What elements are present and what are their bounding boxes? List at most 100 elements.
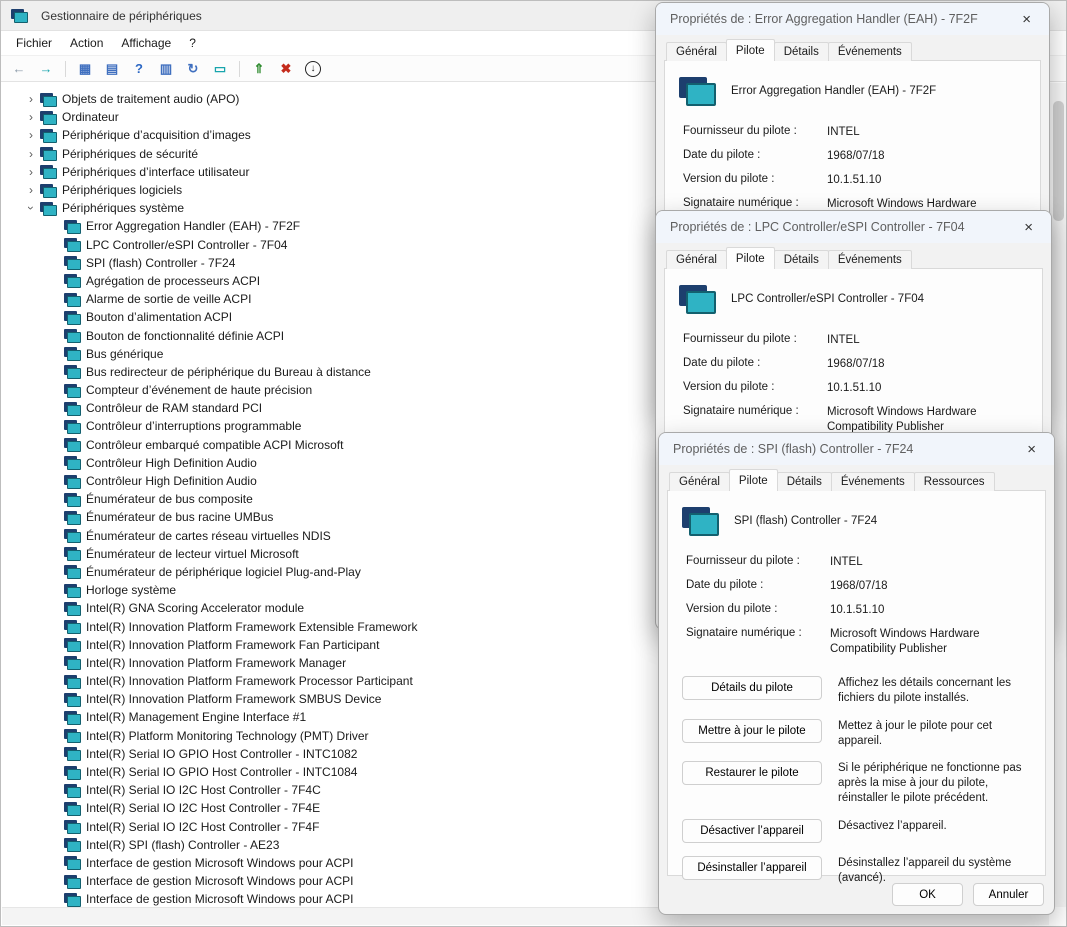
tree-item-label: Intel(R) Serial IO GPIO Host Controller … <box>86 747 357 761</box>
driver-fields: Fournisseur du pilote :INTELDate du pilo… <box>668 535 1045 657</box>
tab-pilote[interactable]: Pilote <box>726 39 775 61</box>
system-device-icon <box>64 675 80 688</box>
field-label: Date du pilote : <box>683 149 827 164</box>
ok-button[interactable]: OK <box>892 883 963 906</box>
tree-item-label: Objets de traitement audio (APO) <box>62 92 239 106</box>
dialog-titlebar[interactable]: Propriétés de : LPC Controller/eSPI Cont… <box>656 211 1051 243</box>
properties-dialog-spi: Propriétés de : SPI (flash) Controller -… <box>658 432 1055 915</box>
cancel-button[interactable]: Annuler <box>973 883 1044 906</box>
tab-pilote[interactable]: Pilote <box>726 247 775 269</box>
properties-button[interactable]: ▤ <box>100 58 124 79</box>
show-console-tree-button[interactable]: ▦ <box>73 58 97 79</box>
dialog-titlebar[interactable]: Propriétés de : Error Aggregation Handle… <box>656 3 1049 35</box>
tree-item-label: Intel(R) Serial IO GPIO Host Controller … <box>86 765 357 779</box>
action-description: Désactivez l’appareil. <box>838 819 1035 834</box>
back-button[interactable]: ← <box>7 58 31 79</box>
desactiver-l-appareil-button[interactable]: Désactiver l’appareil <box>682 819 822 843</box>
system-device-icon <box>64 438 80 451</box>
mettre-a-jour-le-pilote-button[interactable]: Mettre à jour le pilote <box>682 719 822 743</box>
system-device-icon <box>64 256 80 269</box>
menu-action[interactable]: Action <box>61 33 112 53</box>
update-driver-button[interactable]: ⇑ <box>247 58 271 79</box>
chevron-collapsed-icon[interactable]: › <box>22 165 40 179</box>
export-list-button[interactable]: ▥ <box>154 58 178 79</box>
system-device-icon <box>64 311 80 324</box>
field-value: 1968/07/18 <box>830 579 1035 594</box>
system-device-icon <box>64 693 80 706</box>
disable-device-button[interactable]: ↓ <box>305 61 321 77</box>
field-label: Fournisseur du pilote : <box>683 125 827 140</box>
tree-item-label: Énumérateur de périphérique logiciel Plu… <box>86 565 361 579</box>
tab-general[interactable]: Général <box>666 250 727 269</box>
tree-item-label: Énumérateur de lecteur virtuel Microsoft <box>86 547 299 561</box>
driver-actions: Détails du piloteAffichez les détails co… <box>668 666 1045 886</box>
field-label: Signataire numérique : <box>686 627 830 657</box>
field-value: 1968/07/18 <box>827 149 1030 164</box>
menu-fichier[interactable]: Fichier <box>7 33 61 53</box>
tree-item-label: Périphériques d’interface utilisateur <box>62 165 249 179</box>
uninstall-device-button[interactable]: ✖ <box>274 58 298 79</box>
audio-device-icon <box>40 93 56 106</box>
menu-aide[interactable]: ? <box>180 33 205 53</box>
system-device-icon <box>64 729 80 742</box>
tab-ressources[interactable]: Ressources <box>914 472 995 491</box>
system-device-icon <box>64 602 80 615</box>
tab-general[interactable]: Général <box>669 472 730 491</box>
driver-field-row: Date du pilote :1968/07/18 <box>683 357 1032 372</box>
system-device-icon <box>64 747 80 760</box>
driver-field-row: Version du pilote :10.1.51.10 <box>683 173 1030 188</box>
tree-item-label: Intel(R) Innovation Platform Framework M… <box>86 656 346 670</box>
device-header: SPI (flash) Controller - 7F24 <box>668 491 1045 535</box>
tab-details[interactable]: Détails <box>777 472 832 491</box>
tree-item-label: Agrégation de processeurs ACPI <box>86 274 260 288</box>
help-button[interactable]: ? <box>127 58 151 79</box>
chevron-collapsed-icon[interactable]: › <box>22 147 40 161</box>
tab-evenements[interactable]: Événements <box>831 472 915 491</box>
restaurer-le-pilote-button[interactable]: Restaurer le pilote <box>682 761 822 785</box>
dialog-titlebar[interactable]: Propriétés de : SPI (flash) Controller -… <box>659 433 1054 465</box>
tree-item-label: Intel(R) Innovation Platform Framework P… <box>86 674 413 688</box>
close-icon[interactable]: × <box>1018 11 1035 28</box>
chevron-collapsed-icon[interactable]: › <box>22 128 40 142</box>
tab-pilote[interactable]: Pilote <box>729 469 778 491</box>
menu-affichage[interactable]: Affichage <box>112 33 180 53</box>
field-value: INTEL <box>827 125 1030 140</box>
close-icon[interactable]: × <box>1023 441 1040 458</box>
support-info-button[interactable]: ▭ <box>208 58 232 79</box>
details-du-pilote-button[interactable]: Détails du pilote <box>682 676 822 700</box>
forward-button[interactable]: → <box>34 58 58 79</box>
tab-evenements[interactable]: Événements <box>828 42 912 61</box>
close-icon[interactable]: × <box>1020 219 1037 236</box>
chevron-collapsed-icon[interactable]: › <box>22 92 40 106</box>
dialog-footer: OK Annuler <box>892 883 1044 906</box>
system-device-icon <box>64 402 80 415</box>
field-label: Version du pilote : <box>683 173 827 188</box>
field-label: Version du pilote : <box>686 603 830 618</box>
field-value: INTEL <box>827 333 1032 348</box>
tab-strip: GénéralPiloteDétailsÉvénements <box>656 244 1051 269</box>
tab-details[interactable]: Détails <box>774 250 829 269</box>
tree-item-label: Interface de gestion Microsoft Windows p… <box>86 856 353 870</box>
tab-details[interactable]: Détails <box>774 42 829 61</box>
device-name: Error Aggregation Handler (EAH) - 7F2F <box>731 85 936 97</box>
device-icon <box>682 507 718 535</box>
tree-item-label: Périphérique d’acquisition d’images <box>62 128 251 142</box>
tab-evenements[interactable]: Événements <box>828 250 912 269</box>
dialog-title: Propriétés de : SPI (flash) Controller -… <box>673 442 913 456</box>
tab-general[interactable]: Général <box>666 42 727 61</box>
field-label: Date du pilote : <box>686 579 830 594</box>
device-header: LPC Controller/eSPI Controller - 7F04 <box>665 269 1042 313</box>
chevron-expanded-icon[interactable]: › <box>24 199 38 217</box>
pilote-tab-page: SPI (flash) Controller - 7F24 Fournisseu… <box>667 490 1046 876</box>
desinstaller-l-appareil-button[interactable]: Désinstaller l’appareil <box>682 856 822 880</box>
scan-hardware-changes-button[interactable]: ↻ <box>181 58 205 79</box>
tree-item-label: Intel(R) SPI (flash) Controller - AE23 <box>86 838 279 852</box>
tree-item-label: Intel(R) Platform Monitoring Technology … <box>86 729 369 743</box>
system-device-icon <box>64 711 80 724</box>
system-device-icon <box>40 202 56 215</box>
tree-item-label: Énumérateur de cartes réseau virtuelles … <box>86 529 331 543</box>
tree-item-label: Bus générique <box>86 347 163 361</box>
chevron-collapsed-icon[interactable]: › <box>22 110 40 124</box>
vertical-scrollbar-thumb[interactable] <box>1053 101 1064 221</box>
chevron-collapsed-icon[interactable]: › <box>22 183 40 197</box>
